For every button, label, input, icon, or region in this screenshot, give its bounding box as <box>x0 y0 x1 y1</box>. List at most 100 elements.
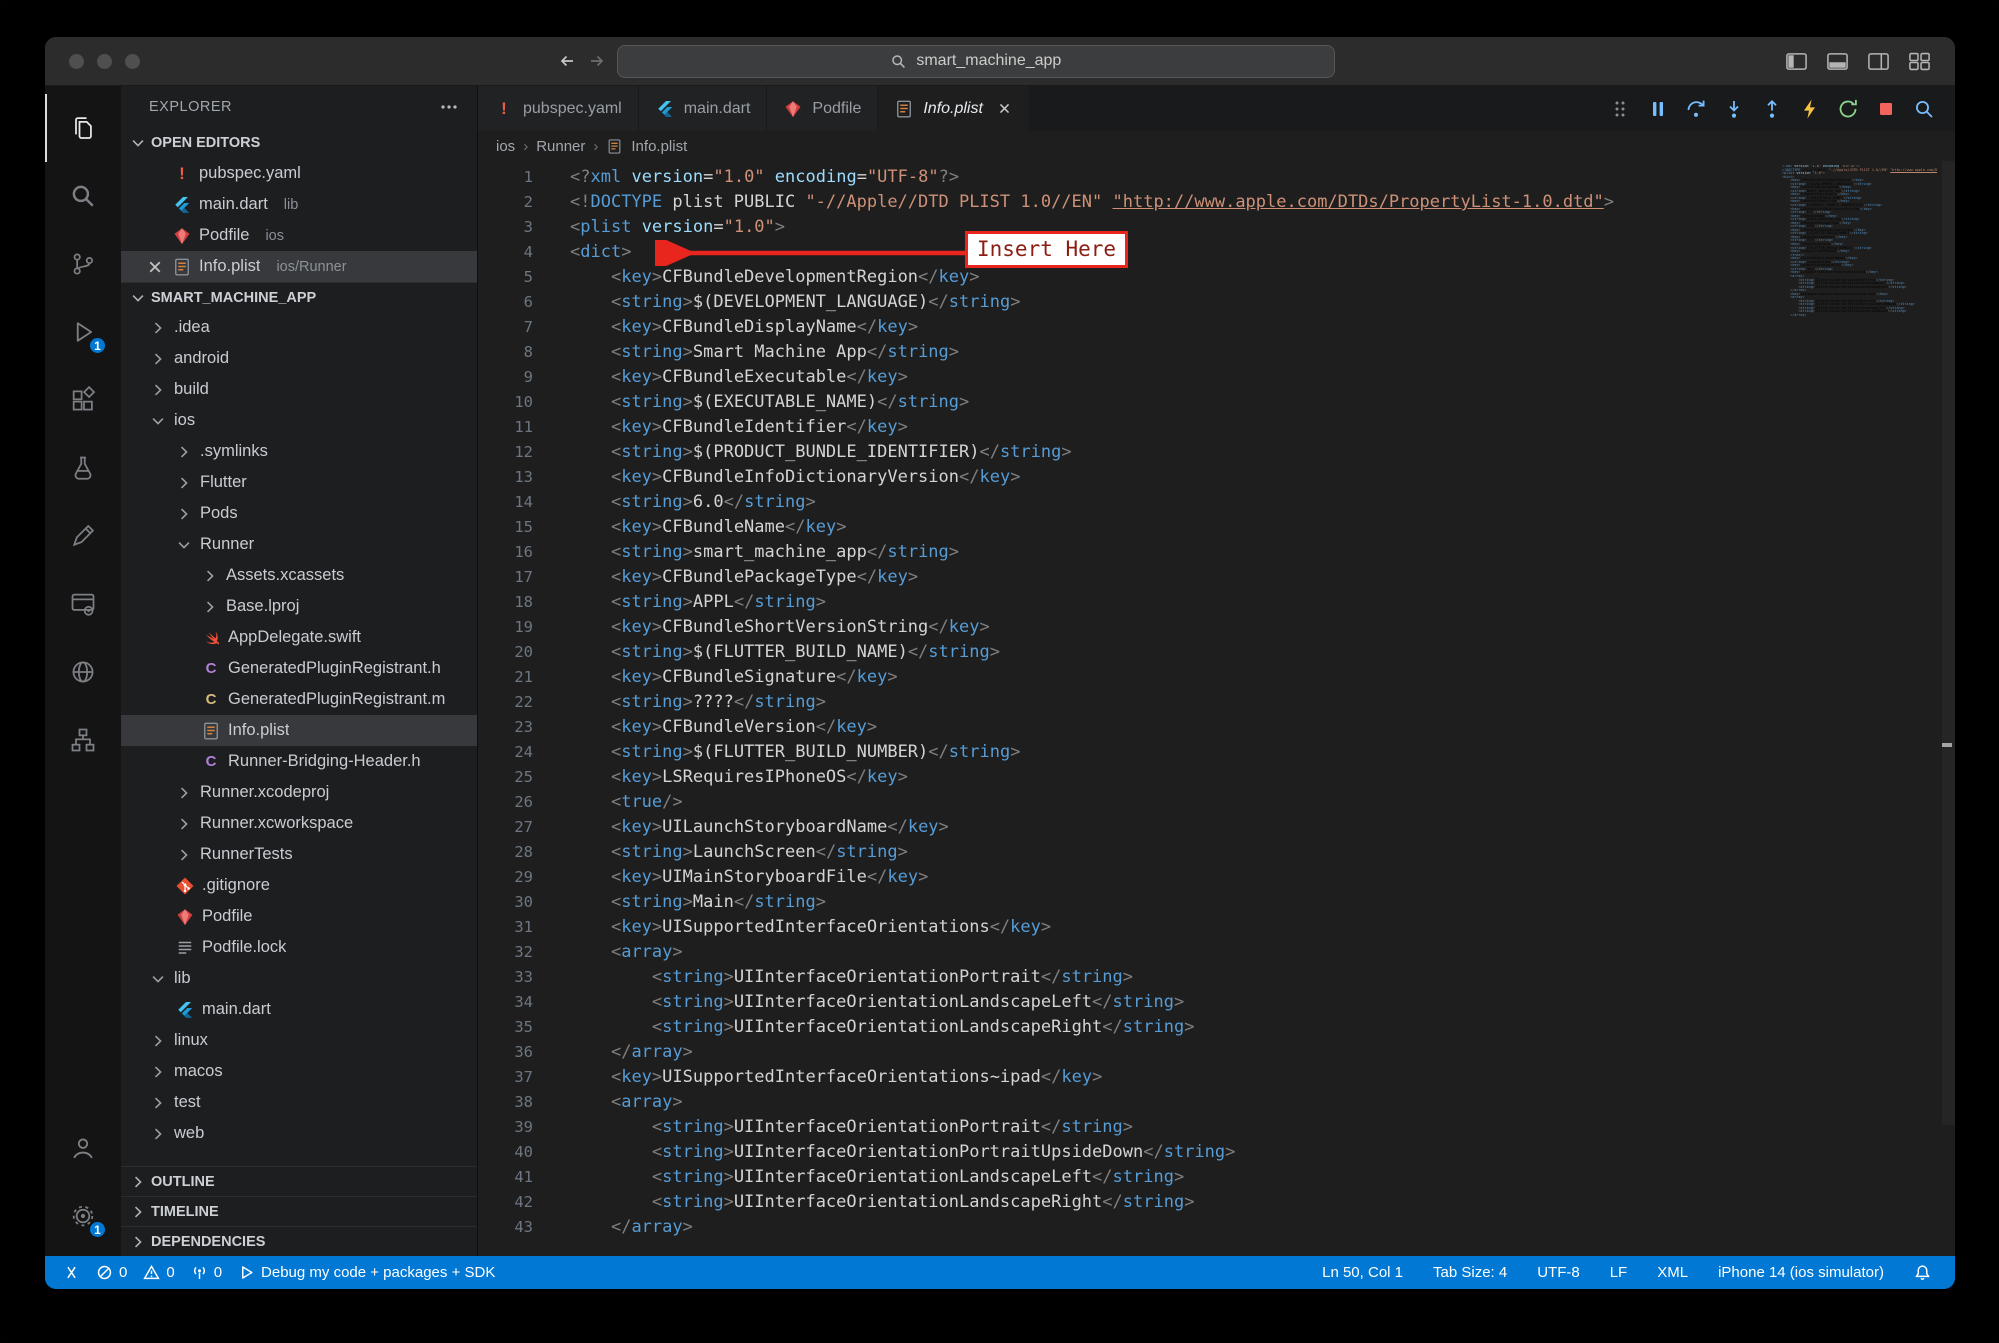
scrollbar-thumb[interactable] <box>1942 161 1955 1125</box>
tab-pubspec.yaml[interactable]: !pubspec.yaml <box>478 86 639 131</box>
tree-item-Podfile[interactable]: Podfile <box>121 901 477 932</box>
code-line-25[interactable]: 25 <key>LSRequiresIPhoneOS</key> <box>478 765 1955 790</box>
minimap[interactable]: <?xml version="1.0" encoding="UTF-8"?><!… <box>1782 165 1937 318</box>
code-line-41[interactable]: 41 <string>UIInterfaceOrientationLandsca… <box>478 1165 1955 1190</box>
back-arrow-icon[interactable] <box>557 51 577 71</box>
status-bell[interactable] <box>1906 1264 1939 1281</box>
activity-item-search[interactable] <box>45 162 121 230</box>
code-line-37[interactable]: 37 <key>UISupportedInterfaceOrientations… <box>478 1065 1955 1090</box>
tree-item-Runner.xcworkspace[interactable]: Runner.xcworkspace <box>121 808 477 839</box>
tree-item-RunnerTests[interactable]: RunnerTests <box>121 839 477 870</box>
step-into-icon[interactable] <box>1723 98 1745 120</box>
command-center-search[interactable]: smart_machine_app <box>617 45 1335 78</box>
status-remote[interactable] <box>55 1256 88 1289</box>
code-editor[interactable]: 1<?xml version="1.0" encoding="UTF-8"?>2… <box>478 161 1955 1256</box>
status-error[interactable]: 0 <box>88 1256 135 1289</box>
code-line-12[interactable]: 12 <string>$(PRODUCT_BUNDLE_IDENTIFIER)<… <box>478 440 1955 465</box>
open-editor-Podfile[interactable]: Podfileios <box>121 220 477 251</box>
tree-item-build[interactable]: build <box>121 374 477 405</box>
tree-item-.idea[interactable]: .idea <box>121 312 477 343</box>
code-line-28[interactable]: 28 <string>LaunchScreen</string> <box>478 840 1955 865</box>
activity-item-explorer[interactable] <box>45 94 121 162</box>
tree-item-Podfile.lock[interactable]: Podfile.lock <box>121 932 477 963</box>
code-line-15[interactable]: 15 <key>CFBundleName</key> <box>478 515 1955 540</box>
activity-item-source-control[interactable] <box>45 230 121 298</box>
grip-icon[interactable] <box>1609 98 1631 120</box>
code-line-13[interactable]: 13 <key>CFBundleInfoDictionaryVersion</k… <box>478 465 1955 490</box>
tree-item-Runner.xcodeproj[interactable]: Runner.xcodeproj <box>121 777 477 808</box>
hot-reload-icon[interactable] <box>1799 98 1821 120</box>
tree-item-Info.plist[interactable]: Info.plist <box>121 715 477 746</box>
code-line-2[interactable]: 2<!DOCTYPE plist PUBLIC "-//Apple//DTD P… <box>478 190 1955 215</box>
code-line-18[interactable]: 18 <string>APPL</string> <box>478 590 1955 615</box>
code-line-6[interactable]: 6 <string>$(DEVELOPMENT_LANGUAGE)</strin… <box>478 290 1955 315</box>
tab-Info.plist[interactable]: Info.plist <box>878 86 1030 131</box>
code-line-30[interactable]: 30 <string>Main</string> <box>478 890 1955 915</box>
activity-item-run-debug[interactable]: 1 <box>45 298 121 366</box>
code-line-33[interactable]: 33 <string>UIInterfaceOrientationPortrai… <box>478 965 1955 990</box>
tree-item-Base.lproj[interactable]: Base.lproj <box>121 591 477 622</box>
breadcrumb-item-Info.plist[interactable]: Info.plist <box>631 138 687 155</box>
status-text-right-1[interactable]: Tab Size: 4 <box>1425 1264 1515 1281</box>
code-line-3[interactable]: 3<plist version="1.0"> <box>478 215 1955 240</box>
stop-icon[interactable] <box>1875 98 1897 120</box>
status-debug-status[interactable]: Debug my code + packages + SDK <box>230 1256 503 1289</box>
code-line-42[interactable]: 42 <string>UIInterfaceOrientationLandsca… <box>478 1190 1955 1215</box>
forward-arrow-icon[interactable] <box>587 51 607 71</box>
restart-icon[interactable] <box>1837 98 1859 120</box>
activity-item-account[interactable] <box>45 1114 121 1182</box>
status-text-right-4[interactable]: XML <box>1649 1264 1696 1281</box>
close-tab-icon[interactable] <box>996 100 1013 117</box>
layout-sidebar-left-icon[interactable] <box>1785 51 1808 72</box>
pause-icon[interactable] <box>1647 98 1669 120</box>
zoom-window-button[interactable] <box>125 54 140 69</box>
code-line-19[interactable]: 19 <key>CFBundleShortVersionString</key> <box>478 615 1955 640</box>
code-line-1[interactable]: 1<?xml version="1.0" encoding="UTF-8"?> <box>478 165 1955 190</box>
status-text-right-0[interactable]: Ln 50, Col 1 <box>1314 1264 1411 1281</box>
tree-item-linux[interactable]: linux <box>121 1025 477 1056</box>
tree-item-macos[interactable]: macos <box>121 1056 477 1087</box>
open-editor-Info.plist[interactable]: Info.plistios/Runner <box>121 251 477 282</box>
layout-grid-icon[interactable] <box>1908 51 1931 72</box>
status-warning[interactable]: 0 <box>135 1256 182 1289</box>
code-line-14[interactable]: 14 <string>6.0</string> <box>478 490 1955 515</box>
tree-item-Assets.xcassets[interactable]: Assets.xcassets <box>121 560 477 591</box>
code-line-11[interactable]: 11 <key>CFBundleIdentifier</key> <box>478 415 1955 440</box>
layout-sidebar-right-icon[interactable] <box>1867 51 1890 72</box>
tree-item-.symlinks[interactable]: .symlinks <box>121 436 477 467</box>
tree-item-Runner-Bridging-Header.h[interactable]: CRunner-Bridging-Header.h <box>121 746 477 777</box>
open-editor-main.dart[interactable]: main.dartlib <box>121 189 477 220</box>
code-line-26[interactable]: 26 <true/> <box>478 790 1955 815</box>
code-line-7[interactable]: 7 <key>CFBundleDisplayName</key> <box>478 315 1955 340</box>
code-line-29[interactable]: 29 <key>UIMainStoryboardFile</key> <box>478 865 1955 890</box>
status-text-right-2[interactable]: UTF-8 <box>1529 1264 1588 1281</box>
code-line-43[interactable]: 43 </array> <box>478 1215 1955 1240</box>
tree-item-Runner[interactable]: Runner <box>121 529 477 560</box>
code-line-9[interactable]: 9 <key>CFBundleExecutable</key> <box>478 365 1955 390</box>
code-line-32[interactable]: 32 <array> <box>478 940 1955 965</box>
tree-item-AppDelegate.swift[interactable]: AppDelegate.swift <box>121 622 477 653</box>
code-line-24[interactable]: 24 <string>$(FLUTTER_BUILD_NUMBER)</stri… <box>478 740 1955 765</box>
code-line-31[interactable]: 31 <key>UISupportedInterfaceOrientations… <box>478 915 1955 940</box>
step-over-icon[interactable] <box>1685 98 1707 120</box>
code-line-20[interactable]: 20 <string>$(FLUTTER_BUILD_NAME)</string… <box>478 640 1955 665</box>
step-out-icon[interactable] <box>1761 98 1783 120</box>
tree-item-android[interactable]: android <box>121 343 477 374</box>
breadcrumb-item-ios[interactable]: ios <box>496 138 515 155</box>
section-timeline[interactable]: TIMELINE <box>121 1196 477 1226</box>
tree-item-test[interactable]: test <box>121 1087 477 1118</box>
tree-item-.gitignore[interactable]: .gitignore <box>121 870 477 901</box>
tree-item-GeneratedPluginRegistrant.h[interactable]: CGeneratedPluginRegistrant.h <box>121 653 477 684</box>
code-line-8[interactable]: 8 <string>Smart Machine App</string> <box>478 340 1955 365</box>
code-line-36[interactable]: 36 </array> <box>478 1040 1955 1065</box>
more-actions-icon[interactable] <box>439 97 459 117</box>
tree-item-Flutter[interactable]: Flutter <box>121 467 477 498</box>
status-broadcast[interactable]: 0 <box>183 1256 230 1289</box>
code-line-39[interactable]: 39 <string>UIInterfaceOrientationPortrai… <box>478 1115 1955 1140</box>
tree-item-lib[interactable]: lib <box>121 963 477 994</box>
open-editor-pubspec.yaml[interactable]: !pubspec.yaml <box>121 158 477 189</box>
tree-item-Pods[interactable]: Pods <box>121 498 477 529</box>
workspace-root-header[interactable]: SMART_MACHINE_APP <box>121 282 477 312</box>
code-line-34[interactable]: 34 <string>UIInterfaceOrientationLandsca… <box>478 990 1955 1015</box>
inspector-icon[interactable] <box>1913 98 1935 120</box>
